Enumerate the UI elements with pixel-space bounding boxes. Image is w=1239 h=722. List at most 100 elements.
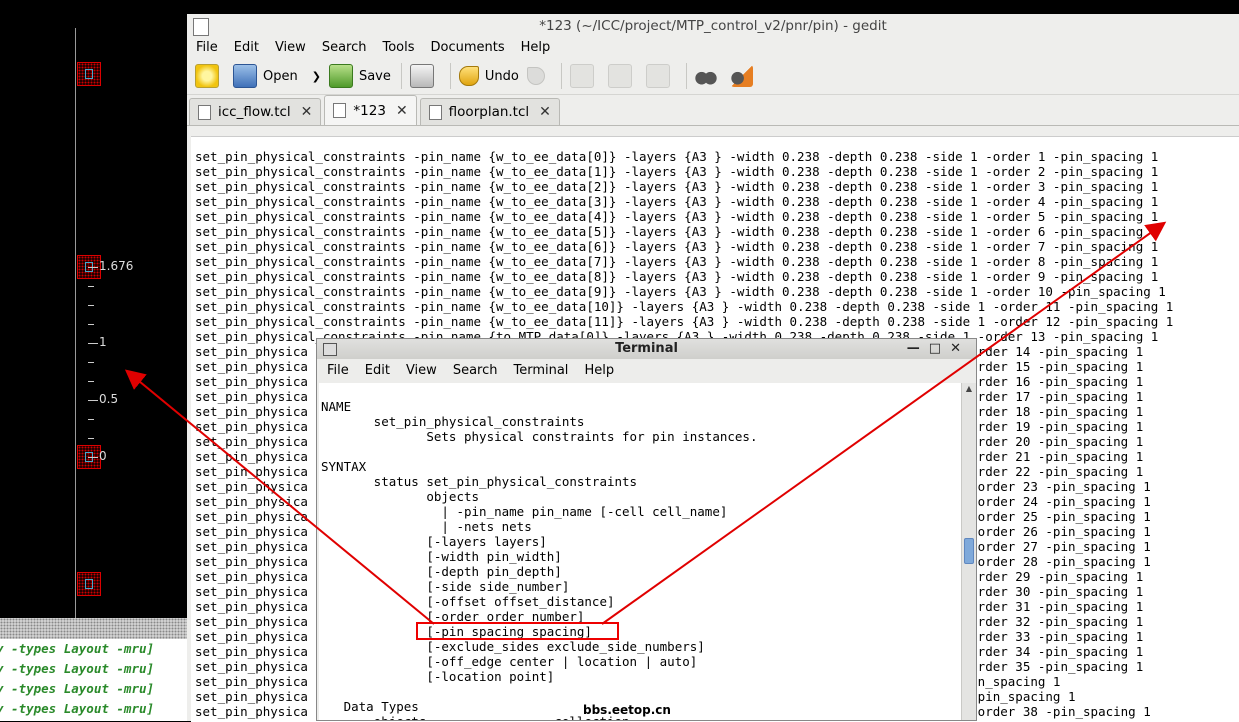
menu-search[interactable]: Search (453, 359, 498, 383)
save-label: Save (358, 68, 391, 84)
ruler-tick (88, 267, 98, 268)
open-folder-icon (233, 64, 257, 88)
pin-core-icon (85, 69, 93, 79)
paste-icon (645, 64, 670, 88)
terminal-scrollbar[interactable]: ▲ (961, 383, 976, 720)
menu-file[interactable]: File (327, 359, 349, 383)
man-page-text: NAME set_pin_physical_constraints Sets p… (321, 399, 758, 720)
layout-pin-bottom[interactable] (77, 572, 101, 596)
tab-floorplan[interactable]: floorplan.tcl ✕ (419, 98, 560, 125)
find-replace-icon (730, 65, 753, 87)
replace-button[interactable] (730, 61, 759, 91)
tab-label: floorplan.tcl (448, 104, 530, 120)
ruler-label: 0.5 (99, 392, 119, 406)
ruler-tick (88, 362, 94, 363)
tab-123[interactable]: *123 ✕ (324, 95, 417, 125)
chevron-down-icon[interactable]: ❯ (312, 70, 321, 83)
redo-button[interactable] (526, 61, 551, 91)
watermark: bbs.eetop.cn (583, 703, 671, 717)
open-label: Open (263, 68, 298, 84)
layout-viewer[interactable]: 1.676 1 0.5 0 (0, 0, 187, 618)
layout-axis-line (75, 28, 76, 618)
redo-arrow-icon (526, 67, 545, 85)
save-icon (328, 64, 353, 88)
menu-tools[interactable]: Tools (382, 38, 414, 58)
terminal-window[interactable]: Terminal —□✕ File Edit View Search Termi… (316, 338, 977, 721)
menu-view[interactable]: View (406, 359, 437, 383)
scissors-icon (569, 64, 594, 88)
ruler-label: 1 (99, 335, 107, 349)
terminal-line: y -types Layout -mru] (0, 641, 155, 656)
ruler-tick (88, 400, 98, 401)
highlight-box (416, 622, 619, 640)
binoculars-icon (694, 65, 717, 87)
terminal-title: Terminal (615, 341, 678, 356)
close-icon[interactable]: ✕ (301, 104, 313, 120)
terminal-line: y -types Layout -mru] (0, 701, 155, 716)
ruler-tick (88, 438, 94, 439)
menu-terminal[interactable]: Terminal (513, 359, 568, 383)
background-terminal[interactable]: y -types Layout -mru] y -types Layout -m… (0, 618, 187, 721)
scrollbar-thumb[interactable] (964, 538, 974, 564)
tab-icc-flow[interactable]: icc_flow.tcl ✕ (189, 98, 322, 125)
terminal-line: y -types Layout -mru] (0, 681, 155, 696)
tab-label: *123 (353, 102, 386, 119)
maximize-icon[interactable]: □ (929, 341, 950, 356)
close-icon[interactable]: ✕ (396, 103, 408, 119)
gedit-toolbar: Open ❯ Save Undo (187, 58, 1239, 95)
toolbar-separator (449, 63, 451, 89)
toolbar-separator (685, 63, 687, 89)
terminal-menubar: File Edit View Search Terminal Help (317, 359, 976, 383)
undo-arrow-icon (458, 66, 479, 86)
scroll-up-icon[interactable]: ▲ (964, 384, 974, 396)
ruler-label: 0 (99, 449, 107, 463)
find-button[interactable] (694, 61, 723, 91)
new-button[interactable] (195, 61, 225, 91)
window-title: *123 (~/ICC/project/MTP_control_v2/pnr/p… (539, 18, 887, 34)
layout-pin-top[interactable] (77, 62, 101, 86)
document-icon (428, 104, 442, 120)
terminal-line: y -types Layout -mru] (0, 661, 155, 676)
terminal-output[interactable]: NAME set_pin_physical_constraints Sets p… (319, 383, 962, 720)
ruler-tick (88, 343, 98, 344)
gedit-titlebar[interactable]: *123 (~/ICC/project/MTP_control_v2/pnr/p… (187, 14, 1239, 38)
print-button[interactable] (409, 61, 440, 91)
menu-file[interactable]: File (196, 38, 218, 58)
menu-edit[interactable]: Edit (365, 359, 390, 383)
ruler-label: 1.676 (99, 259, 134, 273)
pin-core-icon (85, 579, 93, 589)
terminal-titlebar[interactable]: Terminal —□✕ (317, 339, 976, 359)
menu-help[interactable]: Help (521, 38, 551, 58)
gedit-menubar: File Edit View Search Tools Documents He… (187, 38, 1239, 58)
gedit-app-icon (193, 18, 209, 36)
menu-help[interactable]: Help (584, 359, 614, 383)
undo-button[interactable]: Undo (458, 61, 519, 91)
document-icon (198, 104, 211, 120)
close-icon[interactable]: ✕ (950, 341, 970, 356)
ruler-tick (88, 305, 94, 306)
cut-button[interactable] (569, 61, 600, 91)
tab-label: icc_flow.tcl (218, 104, 291, 120)
terminal-divider (0, 618, 187, 639)
menu-search[interactable]: Search (322, 38, 367, 58)
menu-edit[interactable]: Edit (234, 38, 259, 58)
document-icon (333, 103, 347, 118)
menu-documents[interactable]: Documents (431, 38, 505, 58)
terminal-icon (323, 343, 337, 356)
ruler-tick (88, 457, 98, 458)
ruler-tick (88, 286, 94, 287)
undo-label: Undo (484, 68, 519, 84)
open-button[interactable]: Open ❯ (233, 61, 321, 91)
menu-view[interactable]: View (275, 38, 306, 58)
copy-icon (607, 64, 632, 88)
ruler-tick (88, 381, 94, 382)
new-document-icon (195, 64, 219, 88)
paste-button[interactable] (645, 61, 676, 91)
close-icon[interactable]: ✕ (539, 104, 551, 120)
copy-button[interactable] (607, 61, 638, 91)
minimize-icon[interactable]: — (907, 341, 929, 356)
printer-icon (409, 64, 434, 88)
toolbar-separator (560, 63, 562, 89)
ruler-tick (88, 324, 94, 325)
save-button[interactable]: Save (328, 61, 391, 91)
